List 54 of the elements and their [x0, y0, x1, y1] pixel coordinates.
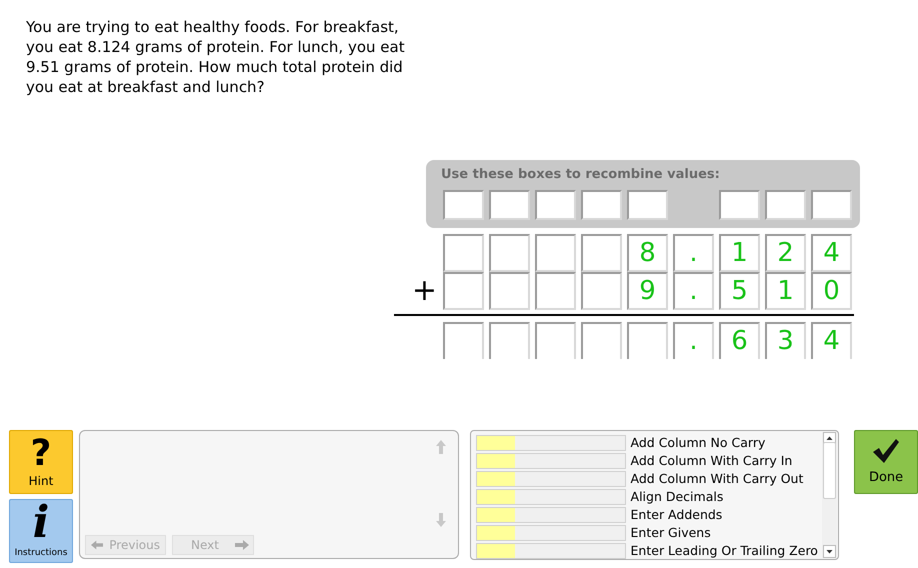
digit-box[interactable]: 0 — [811, 272, 852, 310]
digit-box[interactable]: 8 — [627, 234, 668, 272]
digit-box[interactable]: . — [673, 234, 714, 272]
digit-box[interactable]: 1 — [719, 234, 760, 272]
digit-box[interactable] — [535, 234, 576, 272]
input-box[interactable] — [627, 190, 668, 220]
scroll-thumb[interactable] — [823, 442, 836, 498]
recombine-label: Use these boxes to recombine values: — [441, 166, 720, 184]
input-box[interactable] — [765, 190, 806, 220]
input-box[interactable] — [489, 190, 530, 220]
digit-box[interactable]: 3 — [765, 322, 806, 359]
digit-box[interactable] — [581, 322, 622, 359]
skill-name: Add Column With Carry In — [630, 453, 792, 470]
skill-name: Enter Leading Or Trailing Zero — [630, 542, 818, 559]
digit-box[interactable]: 9 — [627, 272, 668, 310]
digit-box[interactable] — [443, 234, 484, 272]
input-box[interactable] — [811, 190, 852, 220]
right-arrow-icon — [235, 540, 249, 550]
input-box[interactable] — [443, 190, 484, 220]
digit-box[interactable] — [489, 272, 530, 310]
input-box[interactable] — [719, 190, 760, 220]
skill-name: Enter Addends — [630, 506, 722, 523]
digit-box[interactable] — [627, 322, 668, 359]
scrollbar[interactable] — [822, 432, 838, 558]
digit-box[interactable] — [489, 234, 530, 272]
skill-name: Enter Givens — [630, 524, 711, 541]
instructions-button[interactable]: i Instructions — [9, 499, 73, 563]
skill-name: Add Column No Carry — [630, 435, 766, 452]
plus-sign: + — [412, 276, 437, 306]
digit-box[interactable] — [535, 272, 576, 310]
checkmark-icon — [872, 438, 900, 464]
left-arrow-icon — [91, 540, 104, 550]
scroll-down-icon[interactable] — [823, 545, 836, 558]
digit-box[interactable] — [443, 322, 484, 359]
hint-button[interactable]: ? Hint — [9, 430, 73, 494]
digit-box[interactable] — [535, 322, 576, 359]
digit-box[interactable]: . — [673, 322, 714, 359]
digit-box[interactable]: 4 — [811, 322, 852, 359]
done-button[interactable]: Done — [854, 430, 918, 494]
digit-box[interactable]: 4 — [811, 234, 852, 272]
input-box[interactable] — [581, 190, 622, 220]
skill-name: Align Decimals — [630, 489, 724, 505]
digit-box[interactable]: . — [673, 272, 714, 310]
digit-box[interactable]: 5 — [719, 272, 760, 310]
digit-box[interactable]: 2 — [765, 234, 806, 272]
digit-box[interactable]: 1 — [765, 272, 806, 310]
input-box[interactable] — [535, 190, 576, 220]
digit-box[interactable] — [581, 272, 622, 310]
digit-box[interactable] — [443, 272, 484, 310]
skill-name: Add Column With Carry Out — [630, 471, 804, 488]
digit-box[interactable] — [489, 322, 530, 359]
question-text: You are trying to eat healthy foods. For breakfast, you eat 8.124 grams of protein. For lunch, you eat 9.51 grams of protein. How much total protein did you eat at breakfast and lunch? — [26, 17, 406, 97]
digit-box[interactable] — [581, 234, 622, 272]
digit-box[interactable]: 6 — [719, 322, 760, 359]
